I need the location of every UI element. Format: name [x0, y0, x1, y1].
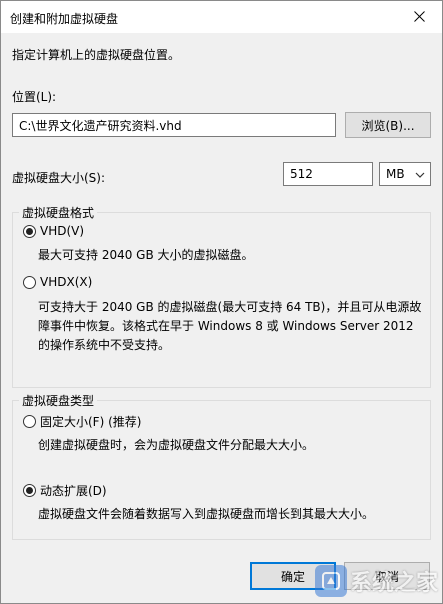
radio-vhd[interactable]: VHD(V) [23, 224, 84, 238]
size-unit-select[interactable]: MB [379, 162, 431, 186]
radio-vhdx-label: VHDX(X) [40, 275, 93, 289]
watermark-logo-icon [314, 565, 347, 597]
ok-button-label: 确定 [280, 569, 305, 584]
fixed-description: 创建虚拟硬盘时，会为虚拟硬盘文件分配最大大小。 [38, 438, 315, 452]
site-watermark: 系统之家 [314, 565, 438, 597]
vhdx-description-line-3: 的操作系统中不受支持。 [38, 338, 171, 352]
vhd-description: 最大可支持 2040 GB 大小的虚拟磁盘。 [38, 248, 254, 262]
size-input[interactable]: 512 [283, 162, 373, 186]
radio-vhdx[interactable]: VHDX(X) [23, 275, 92, 289]
radio-fixed-label: 固定大小(F) (推荐) [40, 415, 142, 429]
browse-button[interactable]: 浏览(B)... [345, 112, 431, 138]
watermark-text: 系统之家 [349, 570, 438, 596]
title-bar[interactable]: 创建和附加虚拟硬盘 [1, 1, 442, 33]
location-input[interactable]: C:\世界文化遗产研究资料.vhd [12, 113, 336, 137]
radio-fixed-indicator [23, 415, 36, 428]
dialog-window: 创建和附加虚拟硬盘 指定计算机上的虚拟硬盘位置。 位置(L): C:\世界文化遗… [0, 0, 443, 604]
size-unit-value: MB [386, 167, 405, 181]
size-label: 虚拟硬盘大小(S): [12, 171, 106, 185]
browse-button-label: 浏览(B)... [361, 118, 415, 133]
window-title: 创建和附加虚拟硬盘 [10, 12, 119, 26]
format-group-title: 虚拟硬盘格式 [19, 204, 98, 221]
radio-vhdx-indicator [23, 275, 36, 289]
radio-vhd-label: VHD(V) [40, 224, 85, 238]
dialog-content: 指定计算机上的虚拟硬盘位置。 位置(L): C:\世界文化遗产研究资料.vhd … [1, 33, 442, 603]
chevron-down-icon [415, 172, 425, 178]
close-button[interactable] [396, 1, 442, 32]
radio-vhd-indicator [23, 224, 36, 238]
dynamic-description: 虚拟硬盘文件会随着数据写入到虚拟硬盘而增长到其最大大小。 [38, 507, 375, 521]
close-icon [413, 11, 425, 22]
location-label: 位置(L): [12, 90, 57, 104]
radio-dynamic[interactable]: 动态扩展(D) [23, 482, 107, 499]
type-group-title: 虚拟硬盘类型 [19, 392, 98, 409]
radio-fixed-size[interactable]: 固定大小(F) (推荐) [23, 413, 141, 430]
instruction-text: 指定计算机上的虚拟硬盘位置。 [12, 48, 181, 62]
radio-dynamic-label: 动态扩展(D) [40, 484, 107, 498]
size-input-value: 512 [290, 167, 313, 181]
vhdx-description-line-1: 可支持大于 2040 GB 的虚拟磁盘(最大可支持 64 TB)，并且可从电源故 [38, 300, 422, 314]
radio-dynamic-indicator [23, 484, 36, 497]
location-input-value: C:\世界文化遗产研究资料.vhd [19, 118, 182, 133]
radio-selected-dot [26, 227, 33, 235]
vhdx-description-line-2: 障事件中恢复。该格式在早于 Windows 8 或 Windows Server… [38, 319, 414, 333]
radio-selected-dot [26, 487, 33, 494]
